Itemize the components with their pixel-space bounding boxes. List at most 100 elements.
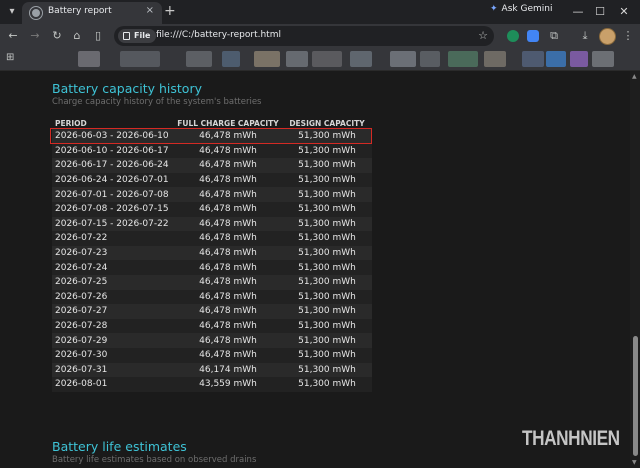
period-cell: 2026-06-17 - 2026-06-24 [52, 158, 174, 173]
design-capacity-cell: 51,300 mWh [282, 260, 372, 275]
table-row: 2026-07-30 46,478 mWh 51,300 mWh [52, 347, 372, 363]
scroll-down-icon[interactable]: ▼ [632, 459, 637, 466]
bookmark-item[interactable] [312, 51, 342, 67]
bookmark-item[interactable] [522, 51, 544, 67]
full-charge-cell: 46,478 mWh [174, 187, 282, 202]
design-capacity-cell: 51,300 mWh [282, 201, 372, 217]
table-row: 2026-07-28 46,478 mWh 51,300 mWh [52, 318, 372, 334]
bookmark-item[interactable] [120, 51, 160, 67]
close-tab-icon[interactable]: × [146, 5, 154, 16]
battery-report-page: Battery capacity history Charge capacity… [0, 71, 630, 468]
apps-grid-icon[interactable]: ⊞ [6, 53, 16, 63]
watermark-logo: THANHNIEN [522, 427, 620, 450]
full-charge-cell: 46,174 mWh [174, 362, 282, 378]
ask-gemini-button[interactable]: ✦ Ask Gemini [490, 4, 552, 14]
full-charge-cell: 46,478 mWh [174, 201, 282, 217]
bookmark-item[interactable] [286, 51, 308, 67]
bookmark-item[interactable] [592, 51, 614, 67]
gemini-sparkle-icon: ✦ [490, 4, 498, 14]
download-icon[interactable]: ⤓ [576, 27, 594, 45]
table-row: 2026-07-25 46,478 mWh 51,300 mWh [52, 274, 372, 290]
page-scrollbar[interactable]: ▲ ▼ [630, 71, 640, 468]
life-estimates-title: Battery life estimates [52, 439, 187, 454]
period-cell: 2026-07-23 [52, 245, 174, 261]
bookmark-item[interactable] [420, 51, 440, 67]
minimize-icon[interactable]: — [568, 2, 588, 22]
tab-search-icon[interactable]: ▾ [4, 4, 20, 20]
globe-icon [29, 6, 43, 20]
period-cell: 2026-07-29 [52, 333, 174, 348]
table-row: 2026-07-29 46,478 mWh 51,300 mWh [52, 333, 372, 348]
full-charge-cell: 46,478 mWh [174, 172, 282, 188]
bookmark-item[interactable] [350, 51, 372, 67]
bookmark-item[interactable] [390, 51, 416, 67]
extensions-puzzle-icon[interactable]: ⧉ [545, 27, 563, 45]
table-row: 2026-07-22 46,478 mWh 51,300 mWh [52, 231, 372, 246]
extension-icon-blue[interactable] [527, 30, 539, 42]
extension-icon-green[interactable] [507, 30, 519, 42]
design-capacity-cell: 51,300 mWh [282, 304, 372, 319]
toolbar: ← → ↻ ⌂ ▯ File file:///C:/battery-report… [0, 24, 640, 48]
full-charge-cell: 43,559 mWh [174, 377, 282, 392]
table-row: 2026-08-01 43,559 mWh 51,300 mWh [52, 377, 372, 392]
period-cell: 2026-07-26 [52, 289, 174, 305]
table-row: 2026-07-23 46,478 mWh 51,300 mWh [52, 245, 372, 261]
bookmark-item[interactable] [254, 51, 280, 67]
full-charge-cell: 46,478 mWh [174, 289, 282, 305]
bookmark-item[interactable] [222, 51, 240, 67]
url-text[interactable]: file:///C:/battery-report.html [156, 30, 281, 40]
bookmark-star-icon[interactable]: ☆ [478, 29, 488, 42]
design-capacity-cell: 51,300 mWh [282, 333, 372, 348]
design-capacity-cell: 51,300 mWh [282, 377, 372, 392]
design-capacity-cell: 51,300 mWh [282, 289, 372, 305]
period-cell: 2026-06-10 - 2026-06-17 [52, 143, 174, 159]
design-capacity-cell: 51,300 mWh [282, 187, 372, 202]
forward-icon[interactable]: → [26, 27, 44, 45]
menu-kebab-icon[interactable]: ⋮ [619, 27, 637, 45]
table-row: 2026-07-31 46,174 mWh 51,300 mWh [52, 362, 372, 378]
bookmark-item[interactable] [546, 51, 566, 67]
capacity-history-table: PERIOD FULL CHARGE CAPACITY DESIGN CAPAC… [52, 118, 372, 392]
maximize-icon[interactable]: ☐ [590, 2, 610, 22]
capacity-history-subtitle: Charge capacity history of the system's … [52, 97, 262, 107]
bookmark-item[interactable] [78, 51, 100, 67]
tab-title: Battery report [48, 6, 112, 16]
design-capacity-cell: 51,300 mWh [282, 143, 372, 159]
back-icon[interactable]: ← [4, 27, 22, 45]
period-cell: 2026-07-22 [52, 231, 174, 246]
full-charge-cell: 46,478 mWh [174, 231, 282, 246]
ask-gemini-label: Ask Gemini [501, 4, 553, 14]
close-window-icon[interactable]: ✕ [614, 2, 634, 22]
full-charge-cell: 46,478 mWh [174, 333, 282, 348]
side-panel-icon[interactable]: ▯ [89, 27, 107, 45]
period-cell: 2026-07-27 [52, 304, 174, 319]
tab-battery-report[interactable]: Battery report × [22, 2, 162, 24]
table-row: 2026-07-08 - 2026-07-15 46,478 mWh 51,300 … [52, 201, 372, 217]
profile-avatar[interactable] [599, 28, 616, 45]
bookmark-item[interactable] [186, 51, 212, 67]
bookmark-item[interactable] [484, 51, 506, 67]
bookmark-item[interactable] [570, 51, 588, 67]
period-cell: 2026-07-24 [52, 260, 174, 275]
highlight-box-first-row [50, 128, 372, 144]
scroll-up-icon[interactable]: ▲ [632, 73, 637, 80]
life-estimates-subtitle: Battery life estimates based on observed… [52, 455, 257, 465]
table-row: 2026-06-24 - 2026-07-01 46,478 mWh 51,300 … [52, 172, 372, 188]
period-cell: 2026-07-08 - 2026-07-15 [52, 201, 174, 217]
scrollbar-thumb[interactable] [633, 336, 638, 456]
table-row: 2026-07-24 46,478 mWh 51,300 mWh [52, 260, 372, 275]
period-cell: 2026-07-01 - 2026-07-08 [52, 187, 174, 202]
reload-icon[interactable]: ↻ [48, 27, 66, 45]
period-cell: 2026-08-01 [52, 377, 174, 392]
home-icon[interactable]: ⌂ [68, 27, 86, 45]
bookmark-item[interactable] [448, 51, 478, 67]
new-tab-button[interactable]: + [164, 3, 176, 19]
file-chip[interactable]: File [118, 29, 157, 43]
bookmarks-bar: ⊞ [0, 48, 640, 71]
full-charge-cell: 46,478 mWh [174, 216, 282, 232]
period-cell: 2026-07-30 [52, 347, 174, 363]
design-capacity-cell: 51,300 mWh [282, 216, 372, 232]
table-row: 2026-07-15 - 2026-07-22 46,478 mWh 51,300 … [52, 216, 372, 232]
address-bar[interactable]: File file:///C:/battery-report.html ☆ [114, 26, 494, 46]
table-row: 2026-06-10 - 2026-06-17 46,478 mWh 51,300 … [52, 143, 372, 159]
